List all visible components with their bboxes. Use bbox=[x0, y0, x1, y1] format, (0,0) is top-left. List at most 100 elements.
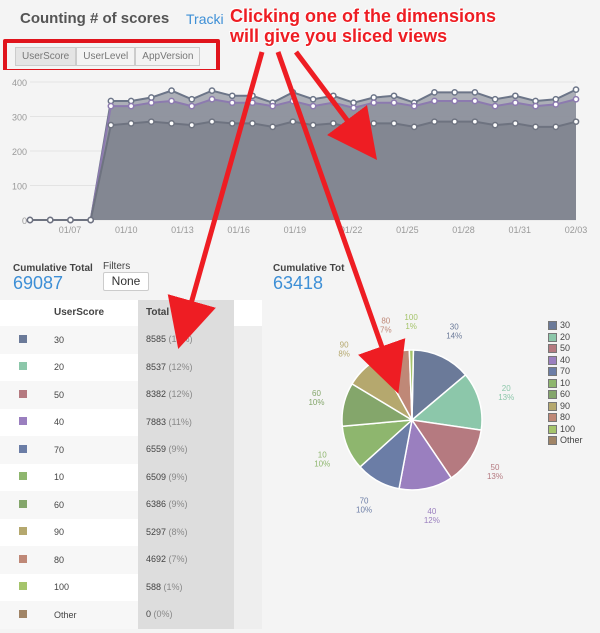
x-tick-label: 02/03 bbox=[565, 225, 588, 235]
row-key: 20 bbox=[54, 362, 65, 373]
legend-item[interactable]: 10 bbox=[548, 378, 583, 390]
data-point bbox=[451, 118, 459, 126]
data-point bbox=[26, 216, 34, 224]
legend-swatch bbox=[548, 367, 557, 377]
legend-item[interactable]: 70 bbox=[548, 366, 583, 378]
legend-item[interactable]: 60 bbox=[548, 389, 583, 401]
y-tick-label: 400 bbox=[12, 78, 27, 88]
data-point bbox=[208, 95, 216, 103]
data-point bbox=[269, 123, 277, 131]
data-point bbox=[329, 120, 337, 127]
filters-button[interactable]: None bbox=[103, 272, 149, 291]
data-point bbox=[511, 120, 519, 127]
data-point bbox=[451, 97, 459, 105]
data-point bbox=[370, 99, 378, 107]
legend-item[interactable]: Other bbox=[548, 435, 583, 447]
data-point bbox=[188, 121, 196, 129]
data-point bbox=[552, 95, 560, 103]
legend-item[interactable]: 20 bbox=[548, 332, 583, 344]
pie-label-pct: 7% bbox=[380, 326, 392, 335]
legend-item[interactable]: 90 bbox=[548, 401, 583, 413]
x-tick-label: 01/25 bbox=[396, 225, 419, 235]
data-point bbox=[147, 94, 155, 101]
row-key: 70 bbox=[54, 444, 65, 455]
table-row[interactable]: 90 5297 (8%) bbox=[0, 518, 262, 546]
row-key: 40 bbox=[54, 417, 65, 428]
data-point bbox=[410, 123, 418, 131]
legend-item[interactable]: 100 bbox=[548, 424, 583, 436]
pie-label-name: 50 bbox=[491, 463, 500, 472]
x-tick-label: 01/10 bbox=[115, 225, 138, 235]
pie-label-pct: 12% bbox=[424, 516, 440, 525]
table-row[interactable]: Other 0 (0%) bbox=[0, 601, 262, 629]
data-point bbox=[431, 97, 438, 105]
column-header-total[interactable]: Total bbox=[138, 300, 234, 326]
table-row[interactable]: 70 6559 (9%) bbox=[0, 436, 262, 464]
legend-item[interactable]: 40 bbox=[548, 355, 583, 367]
data-point bbox=[249, 99, 256, 107]
pie-label-pct: 14% bbox=[446, 332, 462, 341]
series-swatch bbox=[19, 609, 27, 618]
data-point bbox=[552, 123, 560, 131]
table-row[interactable]: 100 588 (1%) bbox=[0, 573, 262, 601]
data-point bbox=[532, 102, 539, 110]
data-point bbox=[208, 118, 216, 126]
row-key: 80 bbox=[54, 554, 65, 565]
row-key: 30 bbox=[54, 334, 65, 345]
series-swatch bbox=[19, 444, 27, 453]
x-tick-label: 01/13 bbox=[171, 225, 194, 235]
legend-item[interactable]: 30 bbox=[548, 320, 583, 332]
table-row[interactable]: 50 8382 (12%) bbox=[0, 381, 262, 409]
row-total: 6386 (9%) bbox=[138, 491, 234, 519]
data-point bbox=[350, 125, 357, 132]
data-point bbox=[532, 123, 539, 131]
series-swatch bbox=[19, 334, 27, 343]
legend-swatch bbox=[548, 378, 557, 388]
data-point bbox=[390, 120, 398, 127]
legend-swatch bbox=[548, 344, 557, 354]
table-row[interactable]: 20 8537 (12%) bbox=[0, 353, 262, 381]
data-point bbox=[208, 87, 216, 94]
column-header-userscore[interactable]: UserScore bbox=[54, 300, 138, 326]
y-tick-label: 300 bbox=[12, 113, 27, 123]
legend-swatch bbox=[548, 401, 557, 411]
series-swatch bbox=[19, 389, 27, 398]
data-point bbox=[147, 99, 155, 107]
annotation-highlight-box bbox=[3, 39, 220, 73]
data-point bbox=[228, 99, 236, 107]
data-point bbox=[511, 99, 519, 107]
row-total: 0 (0%) bbox=[138, 601, 234, 629]
x-tick-label: 01/19 bbox=[284, 225, 307, 235]
page-title: Counting # of scores bbox=[20, 10, 170, 27]
data-point bbox=[511, 92, 519, 100]
data-point bbox=[147, 118, 155, 126]
table-row[interactable]: 40 7883 (11%) bbox=[0, 408, 262, 436]
data-point bbox=[329, 99, 337, 107]
data-point bbox=[228, 120, 236, 127]
table-row[interactable]: 60 6386 (9%) bbox=[0, 491, 262, 519]
tab-tracking[interactable]: Tracki bbox=[186, 11, 224, 27]
data-point bbox=[532, 97, 539, 105]
left-cumulative-value: 69087 bbox=[13, 273, 64, 293]
data-point bbox=[370, 94, 378, 101]
table-row[interactable]: 80 4692 (7%) bbox=[0, 546, 262, 574]
area-series-lower bbox=[30, 121, 576, 220]
table-row[interactable]: 30 8585 (12%) bbox=[0, 326, 262, 354]
row-key: 60 bbox=[54, 499, 65, 510]
data-point bbox=[410, 102, 418, 110]
row-total: 4692 (7%) bbox=[138, 546, 234, 574]
pie-label-pct: 8% bbox=[338, 349, 350, 358]
data-point bbox=[46, 216, 54, 224]
pie-label-pct: 10% bbox=[314, 459, 330, 468]
row-key: 90 bbox=[54, 527, 65, 538]
legend-item[interactable]: 50 bbox=[548, 343, 583, 355]
table-row[interactable]: 10 6509 (9%) bbox=[0, 463, 262, 491]
data-point bbox=[572, 118, 580, 126]
data-point bbox=[471, 97, 479, 105]
data-point bbox=[289, 89, 297, 96]
legend-swatch bbox=[548, 436, 557, 446]
series-swatch bbox=[19, 362, 27, 371]
legend-item[interactable]: 80 bbox=[548, 412, 583, 424]
data-point bbox=[390, 92, 398, 100]
row-total: 588 (1%) bbox=[138, 573, 234, 601]
